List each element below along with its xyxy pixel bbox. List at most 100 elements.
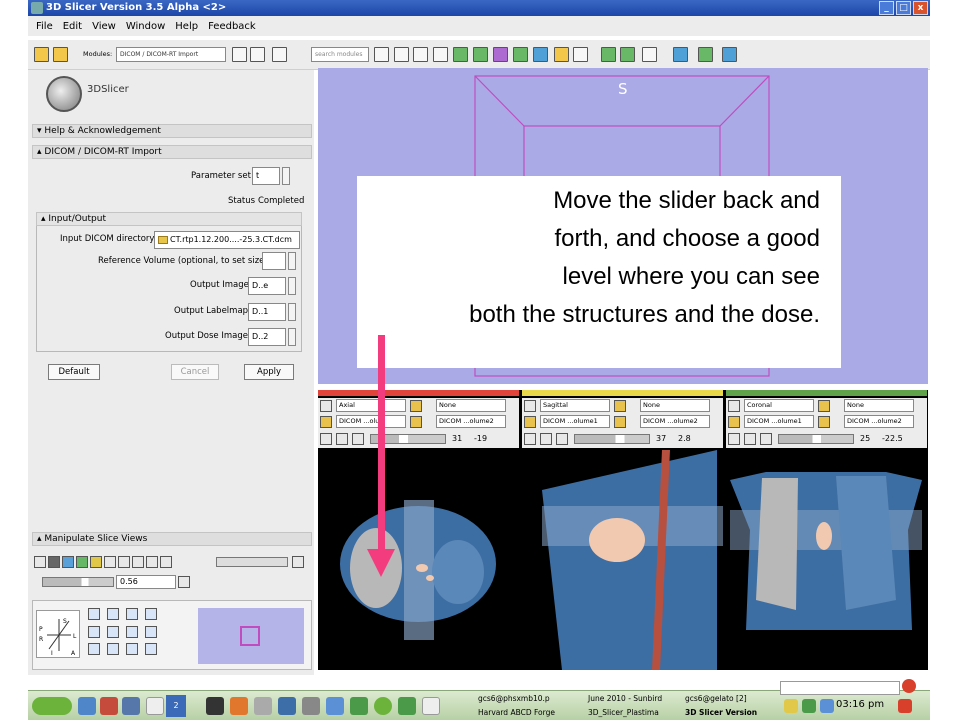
firefox-icon[interactable] [230, 697, 248, 715]
sagittal-bg-icon[interactable] [524, 416, 536, 428]
output-labelmap-spinner[interactable] [288, 303, 296, 321]
tray-update-icon[interactable] [802, 699, 816, 713]
help-section-header[interactable]: ▾ Help & Acknowledgement [32, 124, 312, 138]
task-item-5[interactable]: 3D_Slicer_Plastima [588, 708, 659, 717]
axial-slice-offset[interactable]: -19 [474, 433, 487, 445]
view-stereo-icon[interactable] [126, 643, 138, 656]
slice-cross-icon[interactable] [118, 556, 130, 568]
tray-clipboard-icon[interactable] [784, 699, 798, 713]
green-app-icon[interactable] [374, 697, 392, 715]
navigator-view-box[interactable] [240, 626, 260, 646]
parameter-set-spinner[interactable] [282, 167, 290, 185]
undo-icon[interactable] [601, 47, 616, 62]
clock-app-icon[interactable] [422, 697, 440, 715]
coronal-bg-icon[interactable] [728, 416, 740, 428]
volumes-icon[interactable] [433, 47, 448, 62]
manipulate-eye-icon[interactable] [178, 576, 190, 588]
coronal-offset-slider[interactable] [778, 434, 854, 444]
axial-label-icon[interactable] [410, 416, 422, 428]
sagittal-pin-icon[interactable] [524, 400, 536, 412]
coronal-bg-select[interactable]: DICOM ...olume1 [744, 415, 814, 428]
editor-icon[interactable] [513, 47, 528, 62]
save-icon[interactable] [53, 47, 68, 62]
menu-window[interactable]: Window [126, 21, 165, 32]
slice-gray-icon[interactable] [48, 556, 60, 568]
axial-bg-select[interactable]: DICOM ...olu [336, 415, 406, 428]
office-icon[interactable] [278, 697, 296, 715]
reference-volume-select[interactable] [262, 252, 286, 270]
maximize-button[interactable]: □ [896, 1, 911, 15]
coronal-visibility-icon[interactable] [760, 433, 772, 445]
task-item-6[interactable]: 3D Slicer Version [685, 708, 757, 717]
forward-icon[interactable] [250, 47, 265, 62]
menu-file[interactable]: File [36, 21, 53, 32]
axial-pin-icon[interactable] [320, 400, 332, 412]
view-rotate-icon[interactable] [88, 608, 100, 620]
output-dose-select[interactable]: D..2 [248, 328, 286, 346]
refresh-icon[interactable] [722, 47, 737, 62]
terminal-icon[interactable] [206, 697, 224, 715]
dicom-dir-button[interactable]: CT.rtp1.12.200....-25.3.CT.dcm [154, 231, 300, 249]
task-item-3[interactable]: gcs6@gelato [2] [685, 694, 747, 703]
view-box-icon[interactable] [107, 625, 119, 638]
slice-grid-icon[interactable] [104, 556, 116, 568]
slice-zoom-icon[interactable] [132, 556, 144, 568]
manipulate-section-header[interactable]: ▴ Manipulate Slice Views [32, 532, 312, 546]
manipulate-value[interactable]: 0.56 [116, 575, 176, 589]
view-center-icon[interactable] [107, 608, 119, 620]
module-history-icon[interactable] [272, 47, 287, 62]
cancel-button[interactable]: Cancel [171, 364, 219, 380]
coronal-fg-icon[interactable] [818, 400, 830, 412]
fiducials-icon[interactable] [493, 47, 508, 62]
measurements-icon[interactable] [533, 47, 548, 62]
default-button[interactable]: Default [48, 364, 100, 380]
sagittal-offset-slider[interactable] [574, 434, 650, 444]
menu-help[interactable]: Help [175, 21, 198, 32]
slice-link-icon[interactable] [146, 556, 158, 568]
tray-power-icon[interactable] [898, 699, 912, 713]
module-search-input[interactable]: search modules [311, 47, 369, 62]
minimize-button[interactable]: _ [879, 1, 894, 15]
axial-visibility-icon[interactable] [352, 433, 364, 445]
sagittal-bg-select[interactable]: DICOM ...olume1 [540, 415, 610, 428]
sagittal-orientation-select[interactable]: Sagittal [540, 399, 610, 412]
coronal-label-select[interactable]: DICOM ...olume2 [844, 415, 914, 428]
network-icon[interactable] [122, 697, 140, 715]
models-icon[interactable] [453, 47, 468, 62]
start-menu-icon[interactable] [32, 697, 72, 715]
sagittal-link-icon[interactable] [524, 433, 536, 445]
tray-network-icon[interactable] [820, 699, 834, 713]
taskbar-search-input[interactable] [780, 681, 900, 695]
output-dose-spinner[interactable] [288, 328, 296, 346]
grid-layout-icon[interactable] [642, 47, 657, 62]
io-section-header[interactable]: ▴ Input/Output [36, 212, 302, 226]
output-image-spinner[interactable] [288, 277, 296, 295]
sagittal-label-icon[interactable] [614, 416, 626, 428]
coronal-image[interactable] [726, 450, 927, 670]
sagittal-fg-select[interactable]: None [640, 399, 710, 412]
task-item-2[interactable]: June 2010 - Sunbird [588, 694, 662, 703]
axial-fg-select[interactable]: None [436, 399, 506, 412]
back-icon[interactable] [232, 47, 247, 62]
coronal-menu-icon[interactable] [744, 433, 756, 445]
parameter-set-select[interactable]: t [252, 167, 280, 185]
transforms-icon[interactable] [473, 47, 488, 62]
view-snapshot-icon[interactable] [126, 625, 138, 638]
axial-orientation-select[interactable]: Axial [336, 399, 406, 412]
axial-menu-icon[interactable] [336, 433, 348, 445]
desktop-pager-icon[interactable] [146, 697, 164, 715]
sagittal-slice-offset[interactable]: 2.8 [678, 433, 691, 445]
sagittal-image[interactable] [522, 450, 723, 670]
coronal-pin-icon[interactable] [728, 400, 740, 412]
mouse-mode-icon[interactable] [673, 47, 688, 62]
desktop-number[interactable]: 2 [166, 695, 186, 717]
disk-icon[interactable] [302, 697, 320, 715]
coronal-label-icon[interactable] [818, 416, 830, 428]
task-item-1[interactable]: gcs6@phsxmb10.p [478, 694, 550, 703]
slice-fit-icon[interactable] [34, 556, 46, 568]
coronal-orientation-select[interactable]: Coronal [744, 399, 814, 412]
launcher-icon[interactable] [78, 697, 96, 715]
dicom-section-header[interactable]: ▴ DICOM / DICOM-RT Import [32, 145, 312, 159]
slice-yellow-icon[interactable] [90, 556, 102, 568]
load-data-icon[interactable] [34, 47, 49, 62]
